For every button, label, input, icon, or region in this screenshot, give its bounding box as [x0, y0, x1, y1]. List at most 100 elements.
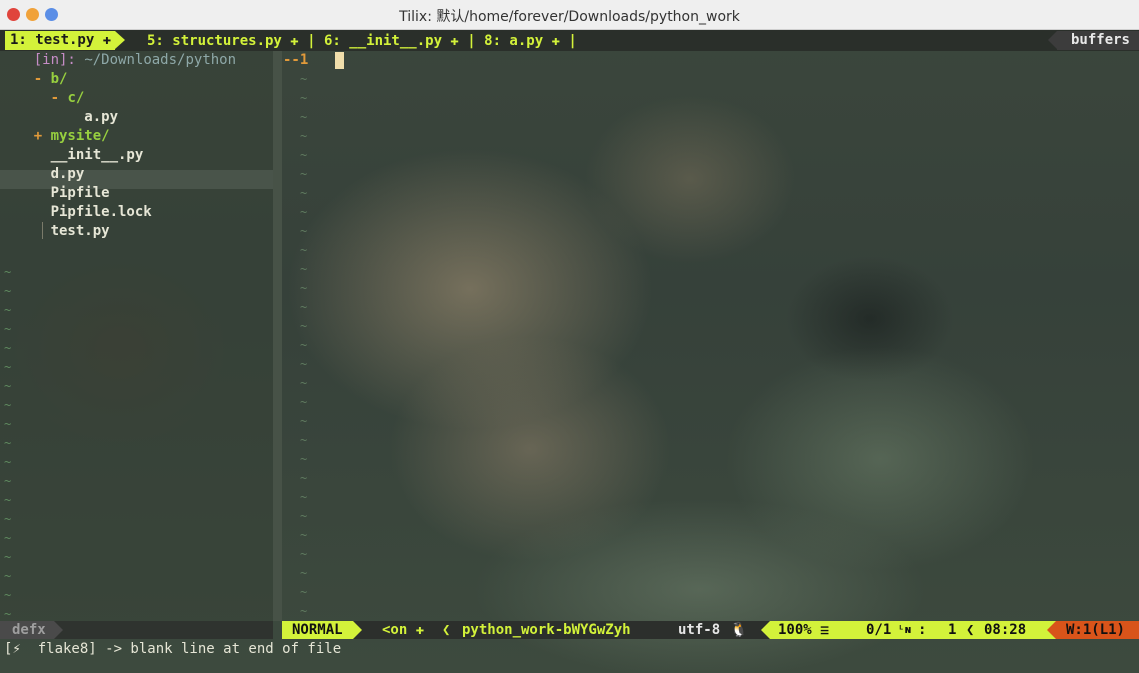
tab-test-py[interactable]: 1: test.py ✚ [5, 31, 126, 50]
tree-item-label: d.py [50, 166, 85, 182]
lines-icon: ☰ [820, 626, 830, 637]
tilde-marker: ~ [4, 322, 12, 336]
tree-dir-item[interactable]: + mysite/ [0, 127, 110, 146]
tilde-marker: ~ [300, 604, 308, 618]
tree-file-item[interactable]: Pipfile [0, 184, 110, 203]
tilde-marker: ~ [300, 528, 308, 542]
collapse-icon[interactable]: - [51, 90, 68, 106]
tree-header-tag: [in]: [33, 52, 76, 68]
tilde-marker: ~ [4, 436, 12, 450]
collapse-icon[interactable]: - [34, 71, 51, 87]
tilde-marker: ~ [4, 360, 12, 374]
vertical-split-separator[interactable] [273, 51, 282, 621]
tilde-marker: ~ [300, 376, 308, 390]
editor-statusline: NORMAL <on ✚ ❮ python_work-bWYGwZyh utf-… [282, 621, 1139, 639]
warning-indicator[interactable]: W:1(L1) [1046, 621, 1139, 639]
tilde-marker: ~ [4, 569, 12, 583]
tilde-marker: ~ [4, 265, 12, 279]
tilde-marker: ~ [4, 379, 12, 393]
tilde-marker: ~ [300, 509, 308, 523]
tilde-marker: ~ [4, 284, 12, 298]
tilde-marker: ~ [4, 493, 12, 507]
tilde-marker: ~ [300, 433, 308, 447]
tilde-marker: ~ [300, 72, 308, 86]
tilde-marker: ~ [4, 341, 12, 355]
tree-item-label: test.py [50, 223, 110, 239]
message-line: [⚡ flake8] -> blank line at end of file [4, 641, 342, 657]
tree-file-item[interactable]: __init__.py [0, 146, 144, 165]
editor-pane[interactable] [282, 51, 1139, 621]
buffers-label: buffers [1047, 31, 1139, 50]
expand-icon[interactable]: + [34, 128, 51, 144]
window-title: Tilix: 默认/home/forever/Downloads/python_… [399, 9, 740, 25]
tree-dir-item[interactable]: - c/ [0, 89, 85, 108]
tree-item-label: Pipfile.lock [50, 204, 152, 220]
tilde-marker: ~ [300, 186, 308, 200]
tilde-marker: ~ [300, 281, 308, 295]
tilde-marker: ~ [4, 588, 12, 602]
indent-guide [42, 222, 43, 239]
tilde-marker: ~ [4, 455, 12, 469]
window-titlebar: Tilix: 默认/home/forever/Downloads/python_… [0, 0, 1139, 30]
chevron-left-icon: ❮ [442, 622, 451, 638]
tilde-marker: ~ [4, 303, 12, 317]
tree-header: [in]: ~/Downloads/python [0, 51, 236, 70]
tilde-marker: ~ [300, 357, 308, 371]
tilde-marker: ~ [4, 550, 12, 564]
mode-indicator: NORMAL [282, 621, 362, 639]
tree-header-path: ~/Downloads/python [84, 52, 237, 68]
tilde-marker: ~ [300, 395, 308, 409]
defx-label: defx [0, 621, 63, 639]
tilde-marker: ~ [4, 474, 12, 488]
tilde-marker: ~ [300, 243, 308, 257]
tilde-marker: ~ [4, 531, 12, 545]
tilde-marker: ~ [300, 566, 308, 580]
git-status: <on ✚ [382, 622, 425, 638]
tree-file-item[interactable]: Pipfile.lock [0, 203, 152, 222]
tree-statusline: defx [0, 621, 273, 639]
column-position: 1 [948, 622, 957, 638]
tree-file-item[interactable]: a.py [0, 108, 118, 127]
line-number: --1 [283, 52, 309, 68]
tree-dir-item[interactable]: - b/ [0, 70, 68, 89]
tilde-marker: ~ [300, 148, 308, 162]
tilde-marker: ~ [300, 167, 308, 181]
file-percent: 100% [778, 622, 812, 638]
tree-item-label: a.py [84, 109, 119, 125]
tilde-marker: ~ [300, 91, 308, 105]
tree-item-label: __init__.py [50, 147, 144, 163]
tilde-marker: ~ [300, 338, 308, 352]
tilde-marker: ~ [300, 300, 308, 314]
clock-time: 08:28 [984, 622, 1027, 638]
tree-file-item[interactable]: d.py [0, 165, 85, 184]
tilde-marker: ~ [4, 417, 12, 431]
line-position: 0/1 [866, 622, 892, 638]
tilde-marker: ~ [300, 490, 308, 504]
tilde-marker: ~ [300, 262, 308, 276]
tree-file-item[interactable]: test.py [0, 222, 110, 241]
tilde-marker: ~ [300, 205, 308, 219]
tilde-marker: ~ [300, 547, 308, 561]
linux-icon: 🐧 [730, 622, 748, 638]
vim-tabline: 1: test.py ✚ 5: structures.py ✚ | 6: __i… [0, 30, 1139, 51]
tilde-marker: ~ [300, 110, 308, 124]
tilde-marker: ~ [4, 512, 12, 526]
tree-item-label: mysite/ [50, 128, 110, 144]
tab-list-other[interactable]: 5: structures.py ✚ | 6: __init__.py ✚ | … [147, 32, 577, 50]
tilde-marker: ~ [300, 585, 308, 599]
text-cursor [335, 52, 344, 69]
tilde-marker: ~ [300, 414, 308, 428]
tilde-marker: ~ [300, 224, 308, 238]
file-encoding: utf-8 [678, 622, 721, 638]
colon: : [918, 622, 927, 638]
tree-item-label: c/ [67, 90, 85, 106]
tree-item-label: Pipfile [50, 185, 110, 201]
virtualenv-name: python_work-bWYGwZyh [462, 622, 631, 638]
tilde-marker: ~ [4, 398, 12, 412]
line-number-icon: ᴸɴ [898, 623, 912, 636]
tilde-marker: ~ [300, 452, 308, 466]
tilde-marker: ~ [300, 129, 308, 143]
tilde-marker: ~ [300, 319, 308, 333]
tree-item-label: b/ [50, 71, 68, 87]
tilde-marker: ~ [300, 471, 308, 485]
